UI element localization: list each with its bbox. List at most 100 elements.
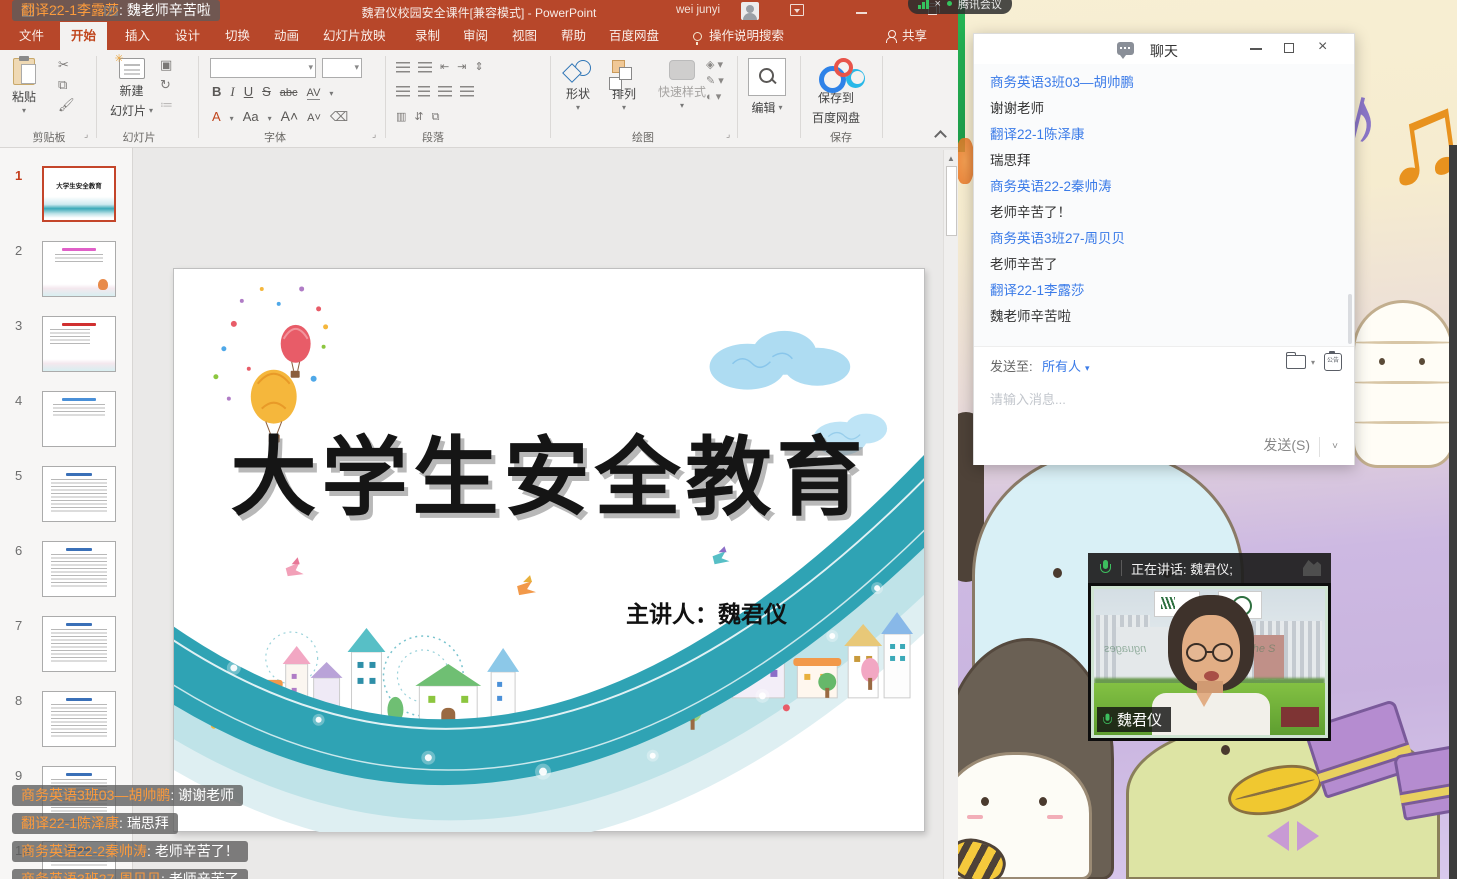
slide-thumbnail[interactable]: 7 <box>42 616 116 672</box>
format-painter-icon[interactable]: 🖌 <box>58 98 75 112</box>
numbering-icon[interactable] <box>418 62 432 73</box>
layout-icon[interactable]: ▣ <box>160 58 173 72</box>
chat-input-area[interactable]: 请输入消息... 发送(S) ˅ <box>974 379 1354 465</box>
minimize-button[interactable] <box>856 12 867 14</box>
justify-icon[interactable] <box>460 86 474 97</box>
thumbnail-preview <box>42 391 116 447</box>
scroll-up-icon[interactable]: ▲ <box>947 154 955 163</box>
ribbon-tab[interactable]: 百度网盘 <box>598 22 670 50</box>
tell-me-search[interactable]: 操作说明搜索 <box>693 22 784 50</box>
meeting-status-pill[interactable]: × 腾讯会议 <box>908 0 1012 14</box>
send-button[interactable]: 发送(S) <box>1263 435 1310 455</box>
italic-button[interactable]: I <box>230 84 234 100</box>
paragraph-row1: ⇤ ⇥ ⇕ <box>396 60 484 74</box>
ribbon-tab[interactable]: 动画 <box>263 22 310 50</box>
font-name-combo[interactable] <box>210 58 316 78</box>
chevron-down-icon[interactable]: ▾ <box>1311 358 1315 367</box>
ribbon-tab[interactable]: 插入 <box>114 22 161 50</box>
arrange-button[interactable]: 排列 ▾ <box>612 60 636 111</box>
bullets-icon[interactable] <box>396 62 410 73</box>
reset-icon[interactable]: ↻ <box>160 78 173 92</box>
text-direction-icon[interactable]: ⇵ <box>414 110 423 124</box>
slide-thumbnail[interactable]: 3 <box>42 316 116 372</box>
ribbon-tab[interactable]: 文件 <box>8 22 55 50</box>
ribbon-tab[interactable]: 录制 <box>404 22 451 50</box>
font-color-button[interactable]: A <box>212 109 221 124</box>
columns-icon[interactable]: ▥ <box>396 110 406 124</box>
strikethrough-button[interactable]: S <box>262 84 271 99</box>
scrollbar-thumb[interactable] <box>946 166 957 236</box>
send-to-dropdown[interactable]: 所有人 <box>1042 356 1090 375</box>
copy-icon[interactable]: ⧉ <box>58 78 75 92</box>
shape-effects-icon[interactable]: ◐ ▾ <box>706 92 724 103</box>
avatar[interactable] <box>741 2 759 20</box>
slide-thumbnail[interactable]: 4 <box>42 391 116 447</box>
ribbon-display-options-icon[interactable] <box>790 4 804 16</box>
bold-button[interactable]: B <box>212 84 221 99</box>
ribbon-tab[interactable]: 切换 <box>214 22 261 50</box>
chat-message-list[interactable]: 商务英语3班03—胡帅鹏谢谢老师翻译22-1陈泽康瑞思拜商务英语22-2秦帅涛老… <box>974 64 1354 346</box>
vertical-scrollbar[interactable]: ▲ <box>943 150 958 879</box>
slide-thumbnail[interactable]: 5 <box>42 466 116 522</box>
smartart-icon[interactable]: ⧉ <box>432 110 440 124</box>
slide-number: 9 <box>15 768 22 783</box>
shapes-button[interactable]: 形状 ▾ <box>565 60 591 111</box>
align-left-icon[interactable] <box>396 86 410 97</box>
ribbon-tab[interactable]: 幻灯片放映 <box>312 22 397 50</box>
folder-icon[interactable] <box>1286 355 1306 369</box>
ribbon-tab[interactable]: 开始 <box>60 22 107 50</box>
dialog-launcher-icon[interactable]: ⌟ <box>372 129 376 140</box>
ribbon-tab[interactable]: 设计 <box>164 22 211 50</box>
save-to-baidu-button[interactable]: 保存到 百度网盘 <box>812 58 860 126</box>
clear-strike-button[interactable]: abc <box>280 87 298 99</box>
character-spacing-button[interactable]: AV <box>307 87 321 100</box>
shrink-font-button[interactable]: A˅ <box>307 112 321 124</box>
increase-indent-icon[interactable]: ⇥ <box>457 60 466 74</box>
send-options-icon[interactable]: ˅ <box>1332 441 1338 452</box>
chat-send-row: 发送至: 所有人 ▾ 公告 <box>974 346 1354 379</box>
account-name[interactable]: wei junyi <box>676 4 720 16</box>
quick-styles-button[interactable]: 快速样式 ▾ <box>658 60 706 109</box>
chat-scrollbar-thumb[interactable] <box>1348 294 1352 344</box>
clear-formatting-icon[interactable]: ⌫ <box>330 110 348 124</box>
speaker-video-overlay[interactable]: 正在讲话: 魏君仪; nguages The S <box>1088 553 1331 741</box>
shape-outline-icon[interactable]: ✎ ▾ <box>706 76 724 87</box>
close-button[interactable]: × <box>1318 38 1327 56</box>
new-slide-button[interactable]: 新建 幻灯片▾ <box>110 58 153 119</box>
thumbnail-textlines <box>55 254 103 262</box>
grow-font-button[interactable]: A˄ <box>281 108 299 124</box>
ribbon-tab[interactable]: 审阅 <box>452 22 499 50</box>
shape-fill-icon[interactable]: ◈ ▾ <box>706 60 724 71</box>
slide-thumbnail[interactable]: 2 <box>42 241 116 297</box>
announcement-icon[interactable]: 公告 <box>1324 353 1342 371</box>
edit-button[interactable]: 编辑▾ <box>748 58 786 116</box>
minimize-button[interactable] <box>1250 48 1262 50</box>
section-icon[interactable]: ≔ <box>160 98 173 112</box>
slide-thumbnail[interactable]: 8 <box>42 691 116 747</box>
maximize-button[interactable] <box>1284 43 1294 53</box>
close-icon[interactable]: × <box>935 0 941 9</box>
collapse-ribbon-icon[interactable] <box>934 130 947 143</box>
dialog-launcher-icon[interactable]: ⌟ <box>84 129 88 140</box>
cut-icon[interactable]: ✂ <box>58 58 75 72</box>
chat-header[interactable]: 聊天 × <box>974 34 1354 64</box>
slide-thumbnail[interactable]: 6 <box>42 541 116 597</box>
slide-title[interactable]: 大学生安全教育 <box>174 407 924 532</box>
slide-presenter[interactable]: 主讲人：魏君仪 <box>626 595 787 629</box>
floating-chat-message: 商务英语3班03—胡帅鹏: 谢谢老师 <box>12 785 243 806</box>
slide-thumbnail[interactable]: 1 大学生安全教育 <box>42 166 116 222</box>
align-right-icon[interactable] <box>438 86 452 97</box>
meeting-pill-label: 腾讯会议 <box>958 0 1002 12</box>
share-button[interactable]: 共享 <box>886 22 927 50</box>
dialog-launcher-icon[interactable]: ⌟ <box>726 129 730 140</box>
current-slide[interactable]: 大学生安全教育 主讲人：魏君仪 <box>173 268 925 832</box>
align-center-icon[interactable] <box>418 86 430 97</box>
change-case-button[interactable]: Aa <box>243 109 259 124</box>
decrease-indent-icon[interactable]: ⇤ <box>440 60 449 74</box>
paste-button[interactable]: 粘贴 ▾ <box>12 58 36 114</box>
font-size-combo[interactable] <box>322 58 362 78</box>
line-spacing-icon[interactable]: ⇕ <box>474 60 483 74</box>
ribbon-tab[interactable]: 视图 <box>501 22 548 50</box>
ribbon-tab[interactable]: 帮助 <box>550 22 597 50</box>
underline-button[interactable]: U <box>244 84 253 99</box>
